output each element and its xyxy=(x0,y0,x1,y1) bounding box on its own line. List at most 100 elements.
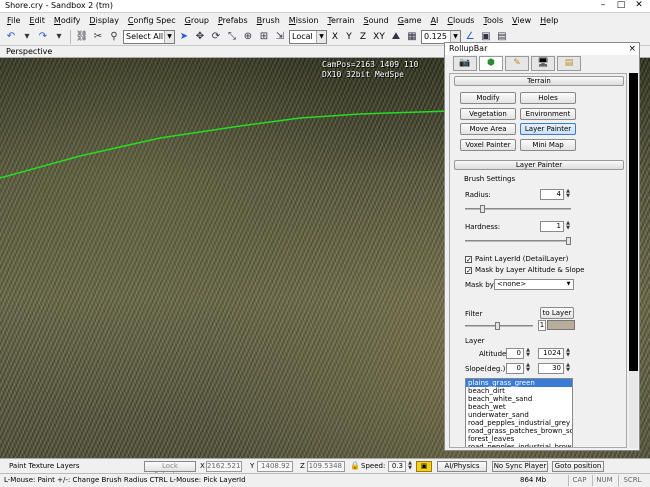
voxel-painter-button[interactable]: Voxel Painter xyxy=(460,139,516,151)
undo-icon[interactable]: ↶ xyxy=(4,30,18,44)
filter-color-swatch[interactable] xyxy=(547,320,575,330)
axis-y-button[interactable]: Y xyxy=(343,32,355,42)
menu-modify[interactable]: Modify xyxy=(54,16,81,25)
speed-spinner[interactable]: ▲ ▼ xyxy=(407,461,413,472)
list-item[interactable]: road_grass_patches_brown_soil xyxy=(466,427,572,435)
hardness-spinner[interactable]: ▲ ▼ xyxy=(565,221,571,232)
scale-icon[interactable]: ⤡ xyxy=(225,30,239,44)
menu-game[interactable]: Game xyxy=(398,16,422,25)
close-icon[interactable]: × xyxy=(628,43,636,55)
altitude-max-input[interactable]: 1024 xyxy=(538,348,564,359)
environment-button[interactable]: Environment xyxy=(520,108,576,120)
lock-selection-button[interactable]: Lock Selection xyxy=(144,461,196,479)
list-item[interactable]: underwater_sand xyxy=(466,411,572,419)
y-coordinate-field[interactable]: 1408.92 xyxy=(257,461,293,472)
menu-sound[interactable]: Sound xyxy=(364,16,389,25)
axis-xy-button[interactable]: XY xyxy=(371,32,387,42)
ai-physics-button[interactable]: AI/Physics xyxy=(437,461,487,472)
menu-edit[interactable]: Edit xyxy=(29,16,45,25)
move-area-button[interactable]: Move Area xyxy=(460,123,516,135)
to-layer-button[interactable]: to Layer xyxy=(540,307,574,319)
tab-objects[interactable]: 📷 xyxy=(453,56,477,71)
layer-painter-button[interactable]: Layer Painter xyxy=(520,123,576,135)
mask-by-combo[interactable]: <none> ▼ xyxy=(494,279,574,290)
menu-terrain[interactable]: Terrain xyxy=(327,16,354,25)
select-filter-icon[interactable]: ⚲ xyxy=(107,30,121,44)
viewport-name[interactable]: Perspective xyxy=(6,47,52,56)
vegetation-button[interactable]: Vegetation xyxy=(460,108,516,120)
hardness-slider[interactable] xyxy=(465,237,571,245)
menu-help[interactable]: Help xyxy=(540,16,558,25)
tab-terrain[interactable]: ⬢ xyxy=(479,56,503,71)
list-item[interactable]: plains_grass_green xyxy=(466,379,572,387)
select-arrow-icon[interactable]: ➤ xyxy=(177,30,191,44)
selection-combo[interactable]: Select All ▼ xyxy=(123,29,175,44)
speed-field[interactable]: 0.3 xyxy=(388,461,406,472)
rollup-scrollbar[interactable] xyxy=(629,73,638,448)
snap-terrain-icon[interactable]: ⊕ xyxy=(241,30,255,44)
menu-clouds[interactable]: Clouds xyxy=(447,16,474,25)
menu-ai[interactable]: AI xyxy=(431,16,439,25)
slope-max-spinner[interactable]: ▲ ▼ xyxy=(565,363,571,374)
radius-slider[interactable] xyxy=(465,205,571,213)
coord-system-combo[interactable]: Local ▼ xyxy=(289,29,327,44)
minimize-button[interactable]: – xyxy=(594,0,612,12)
undo-dropdown-icon[interactable]: ▾ xyxy=(20,30,34,44)
menu-view[interactable]: View xyxy=(512,16,531,25)
radius-spinner[interactable]: ▲ ▼ xyxy=(565,189,571,200)
menu-prefabs[interactable]: Prefabs xyxy=(218,16,248,25)
terrain-section-header[interactable]: Terrain xyxy=(454,76,624,86)
menu-file[interactable]: File xyxy=(7,16,20,25)
rotate-icon[interactable]: ⟳ xyxy=(209,30,223,44)
mini-map-button[interactable]: Mini Map xyxy=(520,139,576,151)
z-coordinate-field[interactable]: 109.5348 xyxy=(307,461,345,472)
close-button[interactable]: ✕ xyxy=(630,0,648,12)
menu-mission[interactable]: Mission xyxy=(289,16,319,25)
list-item[interactable]: beach_white_sand xyxy=(466,395,572,403)
paint-layer-checkbox[interactable]: ✓ xyxy=(465,256,472,264)
altitude-min-spinner[interactable]: ▲ ▼ xyxy=(525,348,531,359)
filter-value[interactable]: 1 xyxy=(538,320,546,331)
holes-button[interactable]: Holes xyxy=(520,92,576,104)
layer-list[interactable]: plains_grass_green beach_dirt beach_whit… xyxy=(465,378,573,447)
menu-config-spec[interactable]: Config Spec xyxy=(128,16,176,25)
goto-position-button[interactable]: Goto position xyxy=(552,461,604,472)
move-icon[interactable]: ✥ xyxy=(193,30,207,44)
x-coordinate-field[interactable]: 2162.521 xyxy=(206,461,242,472)
filter-slider-knob[interactable] xyxy=(495,322,500,330)
no-sync-player-button[interactable]: No Sync Player xyxy=(492,461,548,472)
align-icon[interactable]: ⇲ xyxy=(273,30,287,44)
redo-dropdown-icon[interactable]: ▾ xyxy=(52,30,66,44)
altitude-min-input[interactable]: 0 xyxy=(506,348,524,359)
maximize-button[interactable]: □ xyxy=(612,0,630,12)
menu-group[interactable]: Group xyxy=(185,16,209,25)
unlink-icon[interactable]: ✂ xyxy=(91,30,105,44)
grid-icon[interactable]: ▦ xyxy=(405,30,419,44)
hardness-slider-knob[interactable] xyxy=(566,237,571,245)
slope-min-input[interactable]: 0 xyxy=(506,363,524,374)
filter-slider[interactable] xyxy=(465,322,533,330)
scrollbar-thumb[interactable] xyxy=(629,73,638,371)
menu-display[interactable]: Display xyxy=(89,16,119,25)
mask-altitude-slope-checkbox[interactable]: ✓ xyxy=(465,267,472,275)
axis-x-button[interactable]: X xyxy=(329,32,341,42)
radius-input[interactable]: 4 xyxy=(540,189,564,200)
list-item[interactable]: road_pepples_industrial_grey xyxy=(466,419,572,427)
terrain-snap-icon[interactable]: ⛰ xyxy=(389,30,403,44)
axis-z-button[interactable]: Z xyxy=(357,32,369,42)
redo-icon[interactable]: ↷ xyxy=(36,30,50,44)
snap-objects-icon[interactable]: ⊞ xyxy=(257,30,271,44)
menu-brush[interactable]: Brush xyxy=(257,16,280,25)
link-icon[interactable]: ⛓ xyxy=(75,30,89,44)
modify-button[interactable]: Modify xyxy=(460,92,516,104)
tab-display[interactable]: 🖥 xyxy=(531,56,555,71)
tab-layers[interactable]: ▤ xyxy=(557,56,581,71)
list-item[interactable]: forest_leaves xyxy=(466,435,572,443)
altitude-max-spinner[interactable]: ▲ ▼ xyxy=(565,348,571,359)
layer-painter-section-header[interactable]: Layer Painter xyxy=(454,160,624,170)
tab-modeling[interactable]: ✎ xyxy=(505,56,529,71)
radius-slider-knob[interactable] xyxy=(480,205,485,213)
slope-min-spinner[interactable]: ▲ ▼ xyxy=(525,363,531,374)
slope-max-input[interactable]: 30 xyxy=(538,363,564,374)
list-item[interactable]: road_pepples_industrial_brown xyxy=(466,443,572,447)
